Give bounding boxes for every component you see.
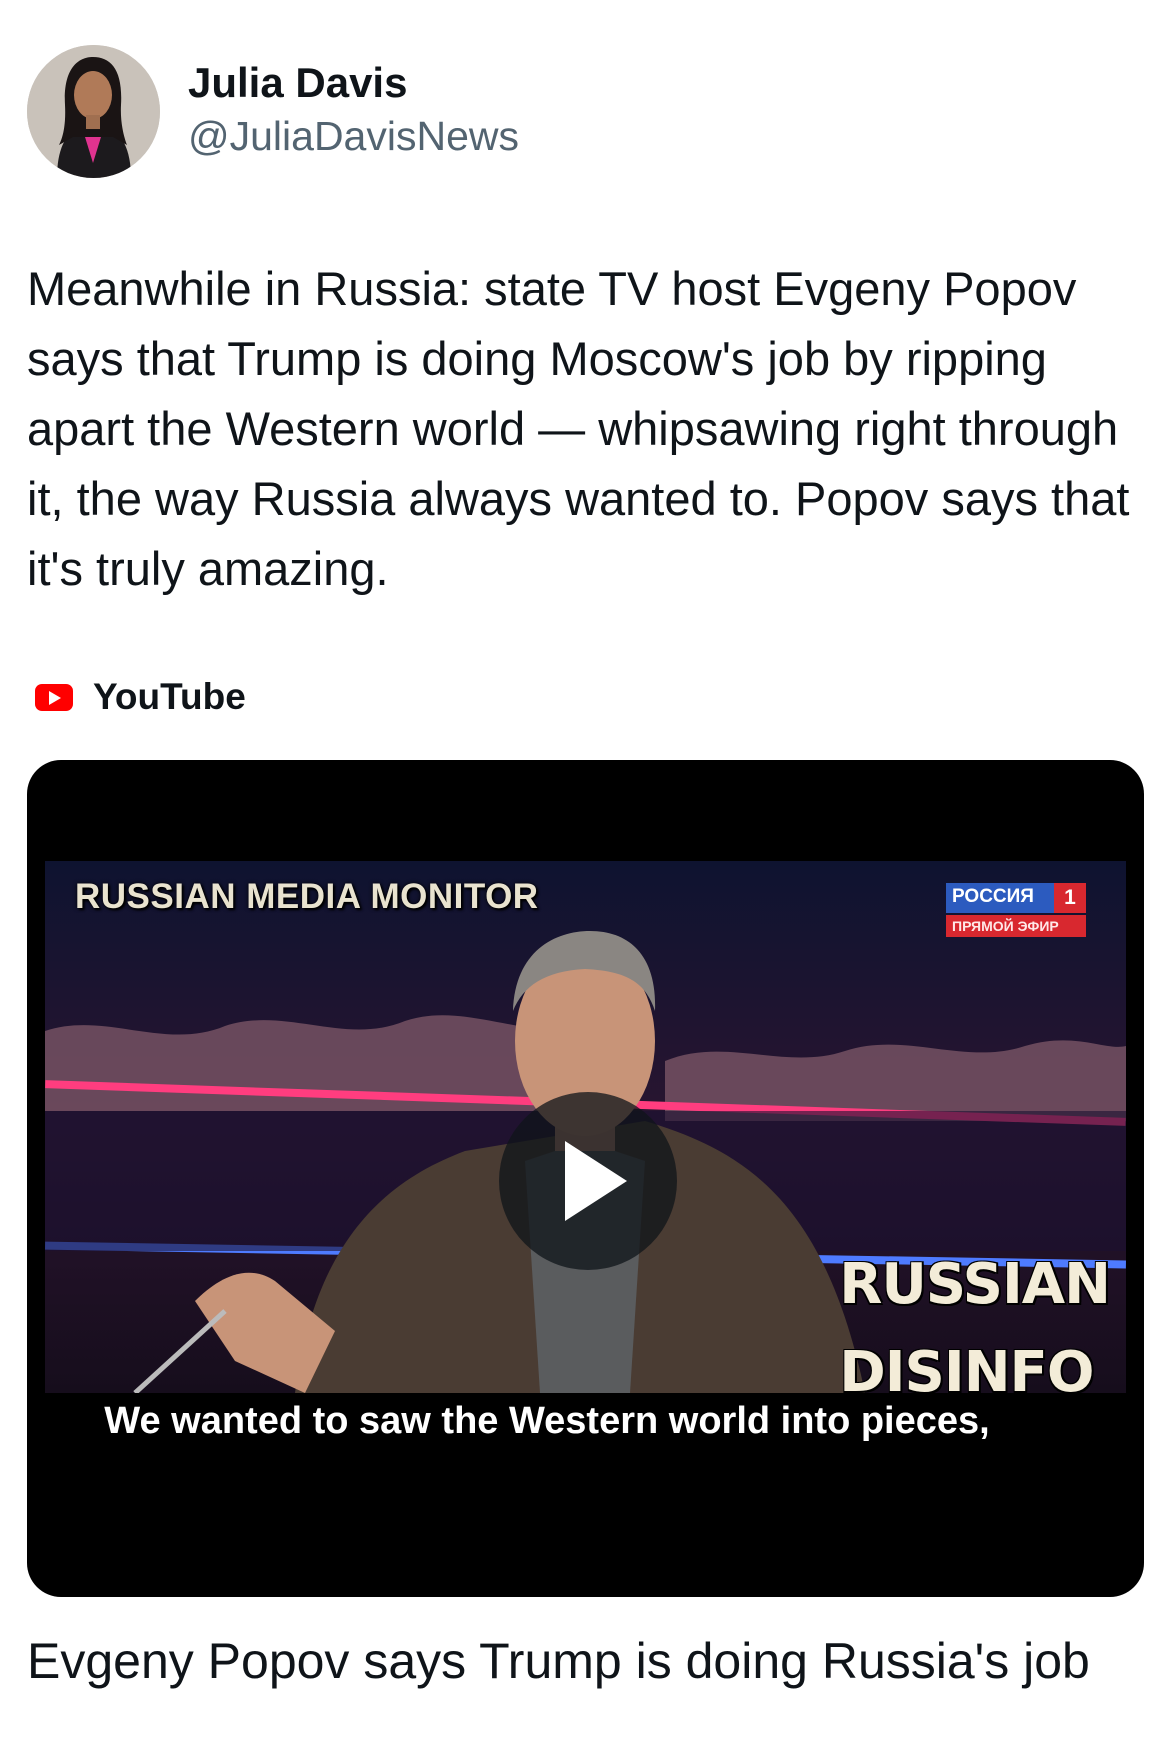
youtube-icon bbox=[35, 683, 73, 711]
disinfo-overlay: RUSSIAN DISINFO bbox=[839, 1241, 1111, 1393]
video-watermark: RUSSIAN MEDIA MONITOR bbox=[75, 877, 539, 916]
avatar-photo bbox=[27, 45, 160, 178]
video-card[interactable]: RUSSIAN MEDIA MONITOR РОССИЯ 1 ПРЯМОЙ ЭФ… bbox=[27, 760, 1144, 1597]
author-names: Julia Davis @JuliaDavisNews bbox=[188, 57, 519, 163]
tweet-text: Meanwhile in Russia: state TV host Evgen… bbox=[27, 262, 1130, 595]
author-avatar[interactable] bbox=[27, 45, 160, 178]
channel-number: 1 bbox=[1054, 883, 1086, 913]
disinfo-line-2: DISINFO bbox=[839, 1340, 1094, 1393]
video-subtitle: We wanted to saw the Western world into … bbox=[104, 1400, 990, 1442]
channel-badge: РОССИЯ 1 ПРЯМОЙ ЭФИР bbox=[946, 883, 1086, 937]
author-display-name[interactable]: Julia Davis bbox=[188, 57, 519, 109]
tweet-header: Julia Davis @JuliaDavisNews bbox=[27, 45, 519, 178]
channel-live-label: ПРЯМОЙ ЭФИР bbox=[946, 915, 1086, 937]
link-source: YouTube bbox=[35, 676, 246, 718]
link-source-label: YouTube bbox=[93, 676, 246, 717]
disinfo-line-1: RUSSIAN bbox=[839, 1252, 1111, 1317]
link-card-title[interactable]: Evgeny Popov says Trump is doing Russia'… bbox=[27, 1626, 1147, 1696]
tweet-view: Julia Davis @JuliaDavisNews Meanwhile in… bbox=[0, 0, 1170, 1741]
author-handle[interactable]: @JuliaDavisNews bbox=[188, 109, 519, 163]
play-icon[interactable] bbox=[499, 1092, 677, 1270]
channel-name: РОССИЯ bbox=[946, 883, 1054, 913]
